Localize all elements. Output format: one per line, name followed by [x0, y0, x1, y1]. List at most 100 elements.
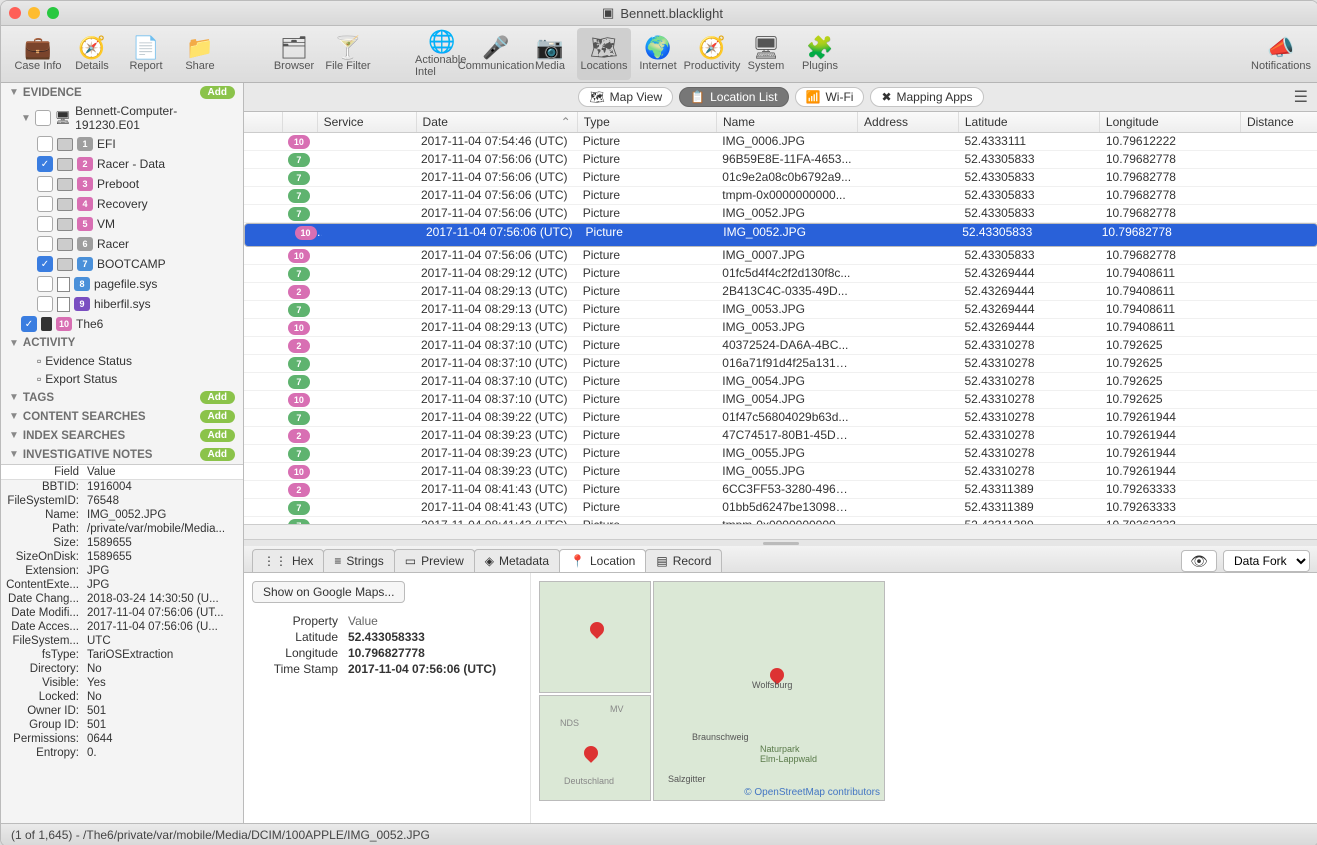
disclosure-icon[interactable]: ▼	[9, 338, 19, 349]
table-row[interactable]: 72017-11-04 07:56:06 (UTC)PictureIMG_005…	[244, 205, 1317, 223]
table-row[interactable]: 72017-11-04 07:56:06 (UTC)Picturetmpm-0x…	[244, 187, 1317, 205]
tree-item[interactable]: 8pagefile.sys	[1, 274, 243, 294]
column-header[interactable]: Type	[578, 112, 717, 132]
toolbar-share[interactable]: 📁Share	[173, 28, 227, 80]
column-header[interactable]: Address	[858, 112, 959, 132]
column-header[interactable]	[283, 112, 318, 132]
toolbar-case-info[interactable]: 💼Case Info	[11, 28, 65, 80]
section-tags[interactable]: ▼TAGSAdd	[1, 388, 243, 407]
column-header[interactable]: Name	[717, 112, 858, 132]
minimize-icon[interactable]	[28, 7, 40, 19]
toolbar-media[interactable]: 📷Media	[523, 28, 577, 80]
tree-item[interactable]: ▼ −🖥Bennett-Computer-191230.E01	[1, 102, 243, 134]
filter-mapping-apps[interactable]: ✖Mapping Apps	[870, 87, 983, 107]
table-row[interactable]: 22017-11-04 08:41:43 (UTC)Picture6CC3FF5…	[244, 481, 1317, 499]
tree-item[interactable]: ✓10The6	[1, 314, 243, 334]
toolbar-report[interactable]: 📄Report	[119, 28, 173, 80]
column-header[interactable]: Service	[318, 112, 417, 132]
table-row[interactable]: 72017-11-04 07:56:06 (UTC)Picture01c9e2a…	[244, 169, 1317, 187]
table-row[interactable]: 102017-11-04 07:56:06 (UTC)PictureIMG_00…	[244, 247, 1317, 265]
toolbar-system[interactable]: 🖥System	[739, 28, 793, 80]
table-row[interactable]: 72017-11-04 08:39:22 (UTC)Picture01f47c5…	[244, 409, 1317, 427]
table-row[interactable]: 72017-11-04 07:56:06 (UTC)Picture96B59E8…	[244, 151, 1317, 169]
disclosure-icon[interactable]: ▼	[9, 411, 19, 422]
tab-preview[interactable]: ▭Preview	[394, 549, 475, 572]
toolbar-browser[interactable]: 🗂Browser	[267, 28, 321, 80]
tab-strings[interactable]: ≡Strings	[323, 549, 394, 572]
table-row[interactable]: 72017-11-04 08:37:10 (UTC)PictureIMG_005…	[244, 373, 1317, 391]
table-row[interactable]: 72017-11-04 08:37:10 (UTC)Picture016a71f…	[244, 355, 1317, 373]
disclosure-icon[interactable]: ▼	[9, 430, 19, 441]
toolbar-communication[interactable]: 🎤Communication	[469, 28, 523, 80]
add-button[interactable]: Add	[200, 391, 235, 404]
map-detail[interactable]: Wolfsburg Braunschweig Naturpark Elm-Lap…	[653, 581, 885, 801]
column-header[interactable]: Date ⌃	[417, 112, 578, 132]
column-header[interactable]: Longitude	[1100, 112, 1241, 132]
checkbox[interactable]	[37, 276, 53, 292]
table-row[interactable]: 22017-11-04 08:29:13 (UTC)Picture2B413C4…	[244, 283, 1317, 301]
table-row[interactable]: 72017-11-04 08:41:43 (UTC)Picture01bb5d6…	[244, 499, 1317, 517]
add-button[interactable]: Add	[200, 86, 235, 99]
checkbox[interactable]	[37, 136, 53, 152]
checkbox[interactable]: ✓	[37, 156, 53, 172]
map-overview[interactable]	[539, 581, 651, 693]
checkbox[interactable]: −	[35, 110, 51, 126]
tab-location[interactable]: 📍Location	[559, 549, 646, 572]
tab-hex[interactable]: ⋮⋮Hex	[252, 549, 324, 572]
disclosure-icon[interactable]: ▼	[9, 449, 19, 460]
activity-item[interactable]: ▫ Evidence Status	[1, 352, 243, 370]
section-content-searches[interactable]: ▼CONTENT SEARCHESAdd	[1, 407, 243, 426]
tree-item[interactable]: ✓7BOOTCAMP	[1, 254, 243, 274]
section-index-searches[interactable]: ▼INDEX SEARCHESAdd	[1, 426, 243, 445]
filter-map-view[interactable]: 🗺Map View	[578, 87, 673, 107]
table-row[interactable]: 72017-11-04 08:41:43 (UTC)Picturetmpm-0x…	[244, 517, 1317, 524]
toolbar-details[interactable]: 🧭Details	[65, 28, 119, 80]
checkbox[interactable]: ✓	[21, 316, 37, 332]
table-row[interactable]: 102017-11-04 07:56:06 (UTC)PictureIMG_00…	[244, 223, 1317, 247]
tree-item[interactable]: 5VM	[1, 214, 243, 234]
table-row[interactable]: 22017-11-04 08:37:10 (UTC)Picture4037252…	[244, 337, 1317, 355]
table-row[interactable]: 22017-11-04 08:39:23 (UTC)Picture47C7451…	[244, 427, 1317, 445]
view-select[interactable]: Data Fork	[1223, 550, 1310, 572]
activity-item[interactable]: ▫ Export Status	[1, 370, 243, 388]
tree-item[interactable]: 1EFI	[1, 134, 243, 154]
checkbox[interactable]	[37, 296, 53, 312]
tab-metadata[interactable]: ◈Metadata	[474, 549, 560, 572]
toolbar-productivity[interactable]: 🧭Productivity	[685, 28, 739, 80]
map-country[interactable]: NDS MV Deutschland	[539, 695, 651, 801]
filter-location-list[interactable]: 📋Location List	[679, 87, 788, 107]
section-activity[interactable]: ▼ ACTIVITY	[1, 334, 243, 352]
table-row[interactable]: 102017-11-04 08:29:13 (UTC)PictureIMG_00…	[244, 319, 1317, 337]
section-evidence[interactable]: ▼ EVIDENCE Add	[1, 83, 243, 102]
tab-record[interactable]: ▤Record	[645, 549, 722, 572]
toolbar-file-filter[interactable]: 🍸File Filter	[321, 28, 375, 80]
table-row[interactable]: 102017-11-04 07:54:46 (UTC)PictureIMG_00…	[244, 133, 1317, 151]
column-header[interactable]: Latitude	[959, 112, 1100, 132]
tree-item[interactable]: 9hiberfil.sys	[1, 294, 243, 314]
checkbox[interactable]	[37, 176, 53, 192]
toolbar-locations[interactable]: 🗺Locations	[577, 28, 631, 80]
toolbar-plugins[interactable]: 🧩Plugins	[793, 28, 847, 80]
checkbox[interactable]	[37, 216, 53, 232]
add-button[interactable]: Add	[200, 429, 235, 442]
checkbox[interactable]	[37, 236, 53, 252]
show-on-maps-button[interactable]: Show on Google Maps...	[252, 581, 405, 603]
add-button[interactable]: Add	[200, 448, 235, 461]
column-header[interactable]: Distance	[1241, 112, 1317, 132]
section-investigative-notes[interactable]: ▼INVESTIGATIVE NOTESAdd	[1, 445, 243, 464]
tree-item[interactable]: 6Racer	[1, 234, 243, 254]
tree-item[interactable]: ✓2Racer - Data	[1, 154, 243, 174]
disclosure-icon[interactable]: ▼	[9, 392, 19, 403]
table-row[interactable]: 72017-11-04 08:39:23 (UTC)PictureIMG_005…	[244, 445, 1317, 463]
close-icon[interactable]	[9, 7, 21, 19]
checkbox[interactable]: ✓	[37, 256, 53, 272]
disclosure-icon[interactable]: ▼	[9, 87, 19, 98]
toolbar-notifications[interactable]: 📣Notifications	[1254, 28, 1308, 80]
tree-item[interactable]: 4Recovery	[1, 194, 243, 214]
zoom-icon[interactable]	[47, 7, 59, 19]
toolbar-actionable-intel[interactable]: 🌐Actionable Intel	[415, 28, 469, 80]
horizontal-scrollbar[interactable]	[244, 524, 1317, 540]
toolbar-internet[interactable]: 🌍Internet	[631, 28, 685, 80]
table-row[interactable]: 72017-11-04 08:29:12 (UTC)Picture01fc5d4…	[244, 265, 1317, 283]
quicklook-button[interactable]: 👁	[1181, 550, 1217, 572]
